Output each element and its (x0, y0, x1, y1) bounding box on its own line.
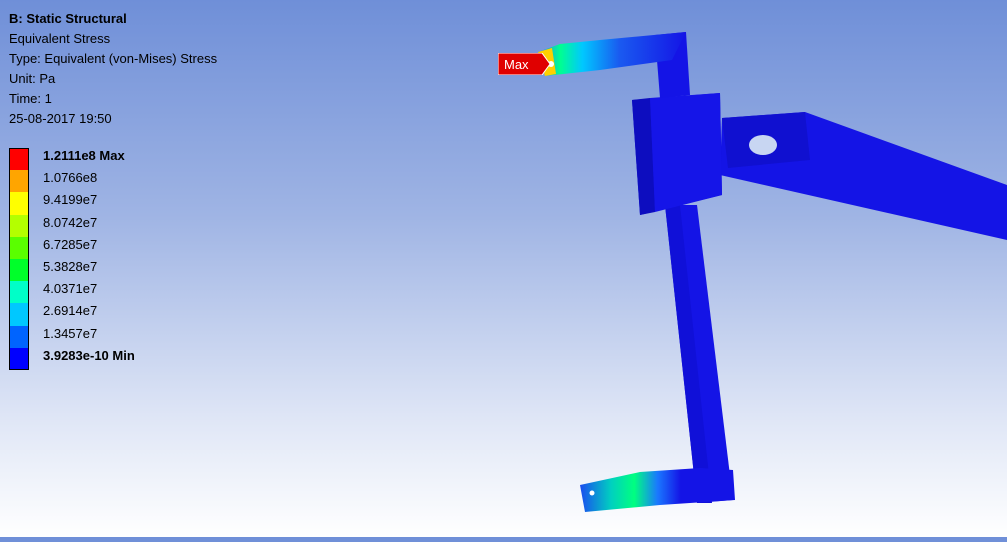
legend-value: 1.3457e7 (43, 325, 98, 341)
legend-color-swatch (9, 347, 29, 370)
legend-color-swatch (9, 192, 29, 215)
analysis-title: B: Static Structural (9, 11, 127, 26)
3d-viewport[interactable]: B: Static Structural Equivalent Stress T… (0, 0, 1007, 537)
legend-color-swatch (9, 236, 29, 259)
legend-color-swatch (9, 303, 29, 326)
legend-color-swatch (9, 214, 29, 237)
clamp-block[interactable] (632, 93, 722, 215)
result-info-panel: B: Static Structural Equivalent Stress T… (9, 9, 217, 129)
legend-color-swatch (9, 325, 29, 348)
result-unit: Unit: Pa (9, 71, 56, 86)
legend-value: 8.0742e7 (43, 214, 98, 230)
legend-color-swatch (9, 170, 29, 193)
bottom-arm[interactable] (580, 468, 735, 512)
legend-value: 5.3828e7 (43, 258, 98, 274)
side-arm[interactable] (720, 112, 1007, 240)
legend-value: 2.6914e7 (43, 303, 98, 319)
legend-color-swatch (9, 148, 29, 171)
result-name: Equivalent Stress (9, 31, 111, 46)
result-datetime: 25-08-2017 19:50 (9, 111, 112, 126)
legend-value: 3.9283e-10 Min (43, 347, 135, 363)
legend-value: 1.2111e8 Max (43, 148, 125, 163)
max-probe-text: Max (504, 57, 529, 72)
legend-value: 6.7285e7 (43, 236, 98, 252)
result-type: Type: Equivalent (von-Mises) Stress (9, 51, 218, 66)
legend-color-swatch (9, 258, 29, 282)
legend-color-swatch (9, 281, 29, 304)
legend-value: 1.0766e8 (43, 170, 98, 186)
result-time: Time: 1 (9, 91, 52, 106)
vertical-post[interactable] (665, 205, 733, 503)
legend-value: 9.4199e7 (43, 192, 98, 208)
max-probe-label[interactable]: Max (498, 53, 550, 75)
legend-value: 4.0371e7 (43, 281, 98, 297)
